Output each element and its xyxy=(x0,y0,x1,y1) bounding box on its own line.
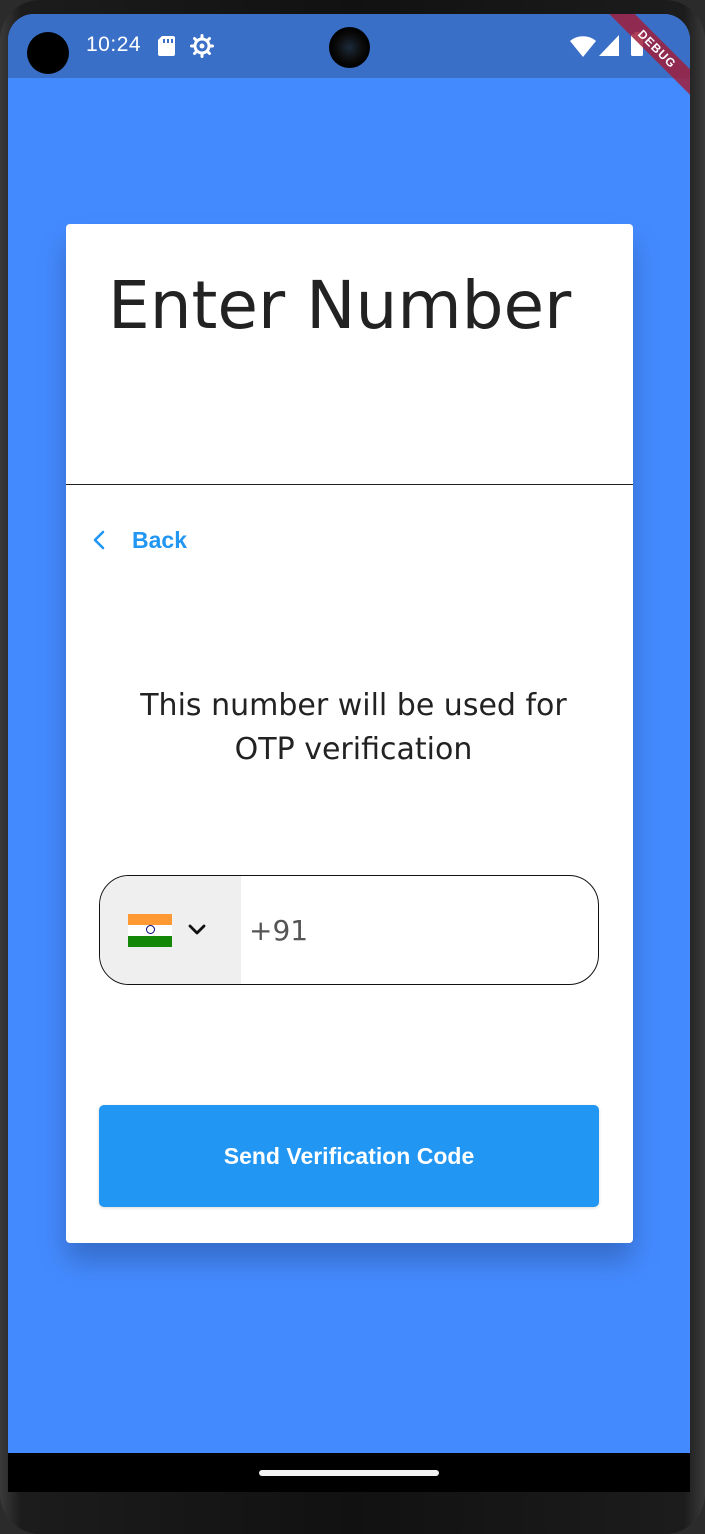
signal-icon xyxy=(599,35,619,56)
login-card: Enter Number Back This number will be us… xyxy=(66,224,633,1243)
phone-number-field xyxy=(99,875,599,985)
back-label: Back xyxy=(132,526,187,553)
chevron-left-icon xyxy=(93,530,105,550)
status-bar: 10:24 xyxy=(8,14,690,78)
phone-input[interactable] xyxy=(241,876,598,984)
sd-card-icon xyxy=(158,36,175,56)
chevron-down-icon xyxy=(188,924,206,935)
divider xyxy=(66,484,633,485)
page-title: Enter Number xyxy=(108,267,572,344)
front-sensor xyxy=(27,32,69,74)
send-verification-code-button[interactable]: Send Verification Code xyxy=(99,1105,599,1207)
gear-icon xyxy=(190,34,214,58)
wifi-icon xyxy=(570,36,596,57)
status-time: 10:24 xyxy=(86,33,142,56)
camera-cutout xyxy=(329,27,370,68)
device-frame: 10:24 DEBUG Enter Number Back This numbe… xyxy=(0,0,705,1534)
otp-info-text: This number will be used for OTP verific… xyxy=(140,688,567,767)
home-gesture-handle[interactable] xyxy=(259,1470,439,1476)
screen: 10:24 DEBUG Enter Number Back This numbe… xyxy=(8,14,690,1492)
navigation-bar xyxy=(8,1453,690,1492)
country-code-picker[interactable] xyxy=(100,876,241,984)
back-button[interactable]: Back xyxy=(88,520,208,560)
india-flag-icon xyxy=(128,913,172,947)
